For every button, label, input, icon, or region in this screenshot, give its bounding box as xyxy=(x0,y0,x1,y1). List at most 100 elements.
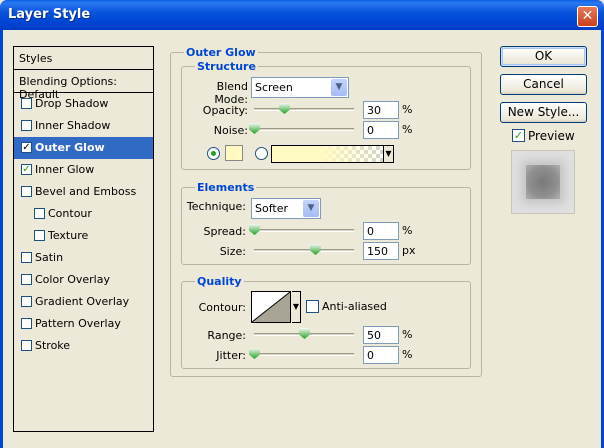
close-button[interactable]: ✕ xyxy=(577,6,598,27)
blend-mode-select[interactable]: Screen ▼ xyxy=(251,77,349,98)
range-label: Range: xyxy=(207,329,246,342)
style-item-label: Outer Glow xyxy=(35,141,105,154)
chevron-down-icon[interactable]: ▼ xyxy=(292,291,301,323)
style-item-stroke[interactable]: Stroke xyxy=(14,335,153,357)
style-item-label: Stroke xyxy=(35,339,71,352)
preview-label: Preview xyxy=(528,129,575,143)
spread-slider-track[interactable] xyxy=(254,229,354,232)
structure-title: Structure xyxy=(195,60,258,73)
style-checkbox[interactable] xyxy=(21,186,32,197)
spread-input[interactable]: 0 xyxy=(363,222,399,240)
checkmark-icon: ✓ xyxy=(513,129,524,142)
size-label: Size: xyxy=(219,245,246,258)
outer-glow-title: Outer Glow xyxy=(184,46,258,59)
style-item-label: Color Overlay xyxy=(35,273,110,286)
style-item-label: Contour xyxy=(48,207,92,220)
style-preview xyxy=(511,150,575,214)
noise-label: Noise: xyxy=(213,124,248,137)
technique-label: Technique: xyxy=(186,200,246,213)
style-checkbox[interactable] xyxy=(34,230,45,241)
jitter-slider-track[interactable] xyxy=(254,353,354,356)
jitter-label: Jitter: xyxy=(216,349,246,362)
contour-curve-icon xyxy=(251,291,291,323)
style-items: Drop Shadow Inner Shadow ✓ Outer Glow ✓ Inner… xyxy=(14,93,153,357)
style-item-drop-shadow[interactable]: Drop Shadow xyxy=(14,93,153,115)
style-item-label: Pattern Overlay xyxy=(35,317,121,330)
cancel-button[interactable]: Cancel xyxy=(500,74,587,95)
size-input[interactable]: 150 xyxy=(363,242,399,260)
styles-list: Styles Blending Options: Default Drop Sh… xyxy=(13,46,154,432)
gradient-radio[interactable] xyxy=(255,147,268,160)
style-item-label: Drop Shadow xyxy=(35,97,109,110)
radio-selected-dot xyxy=(211,151,216,156)
opacity-label: Opacity: xyxy=(202,104,248,117)
style-item-color-overlay[interactable]: Color Overlay xyxy=(14,269,153,291)
quality-title: Quality xyxy=(195,275,244,288)
contour-picker[interactable] xyxy=(251,291,291,323)
size-slider-track[interactable] xyxy=(254,249,354,252)
opacity-unit: % xyxy=(402,103,413,116)
jitter-input[interactable]: 0 xyxy=(363,346,399,364)
preview-thumbnail xyxy=(526,165,560,199)
title-bar[interactable]: Layer Style ✕ xyxy=(0,0,604,30)
anti-aliased-label: Anti-aliased xyxy=(322,300,387,313)
technique-select[interactable]: Softer ▼ xyxy=(251,198,321,219)
blend-mode-label: Blend Mode: xyxy=(214,80,248,106)
elements-title: Elements xyxy=(195,181,257,194)
spread-unit: % xyxy=(402,224,413,237)
style-checkbox[interactable] xyxy=(21,98,32,109)
size-unit: px xyxy=(402,244,416,257)
noise-slider-track[interactable] xyxy=(254,128,354,131)
style-item-label: Gradient Overlay xyxy=(35,295,130,308)
style-item-texture[interactable]: Texture xyxy=(14,225,153,247)
style-checkbox[interactable] xyxy=(21,120,32,131)
preview-checkbox[interactable]: ✓ xyxy=(512,129,525,142)
style-checkbox[interactable] xyxy=(34,208,45,219)
style-item-label: Satin xyxy=(35,251,64,264)
jitter-unit: % xyxy=(402,348,413,361)
style-checkbox[interactable] xyxy=(21,274,32,285)
chevron-down-icon: ▼ xyxy=(303,200,319,217)
new-style-button[interactable]: New Style... xyxy=(500,102,587,123)
glow-gradient-picker[interactable]: ▼ xyxy=(271,145,394,163)
style-item-contour[interactable]: Contour xyxy=(14,203,153,225)
style-item-label: Bevel and Emboss xyxy=(35,185,137,198)
range-unit: % xyxy=(402,328,413,341)
styles-header[interactable]: Styles xyxy=(14,47,153,70)
style-item-label: Inner Shadow xyxy=(35,119,111,132)
contour-label: Contour: xyxy=(198,301,246,314)
ok-button[interactable]: OK xyxy=(500,46,587,67)
style-checkbox[interactable] xyxy=(21,252,32,263)
chevron-down-icon: ▼ xyxy=(331,79,347,96)
style-checkbox[interactable] xyxy=(21,296,32,307)
style-checkbox[interactable] xyxy=(21,318,32,329)
opacity-input[interactable]: 30 xyxy=(363,101,399,119)
style-item-bevel-and-emboss[interactable]: Bevel and Emboss xyxy=(14,181,153,203)
blending-options-item[interactable]: Blending Options: Default xyxy=(14,70,153,101)
anti-aliased-checkbox[interactable] xyxy=(306,300,319,313)
noise-input[interactable]: 0 xyxy=(363,121,399,139)
window-title: Layer Style xyxy=(8,7,91,22)
style-item-outer-glow[interactable]: ✓ Outer Glow xyxy=(14,137,153,159)
layer-style-dialog: Layer Style ✕ Styles Blending Options: D… xyxy=(0,0,604,448)
style-checkbox[interactable]: ✓ xyxy=(21,142,32,153)
style-checkbox[interactable]: ✓ xyxy=(21,164,32,175)
glow-color-swatch[interactable] xyxy=(225,145,243,161)
style-item-gradient-overlay[interactable]: Gradient Overlay xyxy=(14,291,153,313)
opacity-slider-track[interactable] xyxy=(254,108,354,111)
window-frame-left xyxy=(0,30,3,448)
spread-label: Spread: xyxy=(203,225,246,238)
range-input[interactable]: 50 xyxy=(363,326,399,344)
style-item-satin[interactable]: Satin xyxy=(14,247,153,269)
style-item-label: Inner Glow xyxy=(35,163,95,176)
blend-mode-value: Screen xyxy=(255,81,293,94)
style-item-inner-glow[interactable]: ✓ Inner Glow xyxy=(14,159,153,181)
chevron-down-icon: ▼ xyxy=(383,146,393,162)
noise-unit: % xyxy=(402,123,413,136)
solid-color-radio[interactable] xyxy=(207,147,220,160)
technique-value: Softer xyxy=(255,202,288,215)
style-checkbox[interactable] xyxy=(21,340,32,351)
style-item-label: Texture xyxy=(48,229,89,242)
style-item-inner-shadow[interactable]: Inner Shadow xyxy=(14,115,153,137)
style-item-pattern-overlay[interactable]: Pattern Overlay xyxy=(14,313,153,335)
